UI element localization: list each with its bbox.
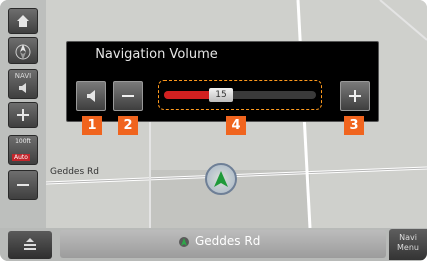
- volume-down-button[interactable]: [113, 81, 143, 111]
- navi-volume-button[interactable]: NAVI: [8, 69, 38, 99]
- navigation-screen: Geddes Rd NAVI 100ft Auto Geddes Rd Navi…: [0, 0, 427, 261]
- navi-menu-button[interactable]: Navi Menu: [389, 229, 427, 260]
- map-scale-indicator[interactable]: 100ft Auto: [8, 135, 38, 165]
- minus-icon: [122, 95, 134, 97]
- current-street-name: Geddes Rd: [195, 234, 261, 248]
- callout-4: 4: [226, 116, 246, 135]
- street-location-icon: [179, 237, 189, 247]
- callout-2: 2: [118, 116, 138, 135]
- zoom-out-button[interactable]: [8, 170, 38, 200]
- menu-button[interactable]: [8, 231, 52, 259]
- navi-menu-label-line1: Navi: [399, 233, 417, 242]
- mute-button[interactable]: [76, 81, 106, 111]
- speaker-icon: [19, 83, 26, 93]
- map-road-label: Geddes Rd: [50, 167, 99, 177]
- home-button[interactable]: [8, 8, 38, 34]
- map-sidebar: NAVI 100ft Auto: [0, 0, 46, 228]
- callout-3: 3: [344, 116, 364, 135]
- popup-title: Navigation Volume: [95, 47, 218, 62]
- callout-1: 1: [82, 116, 102, 135]
- menu-icon: [24, 238, 36, 250]
- navi-label: NAVI: [14, 72, 32, 80]
- navi-menu-label-line2: Menu: [397, 243, 419, 252]
- current-location-marker: [205, 163, 237, 195]
- home-icon: [17, 15, 29, 27]
- plus-icon: [17, 109, 29, 121]
- volume-up-button[interactable]: [340, 81, 370, 111]
- plus-icon: [349, 90, 361, 102]
- zoom-in-button[interactable]: [8, 102, 38, 128]
- scale-label: 100ft: [15, 138, 31, 145]
- speaker-icon: [87, 90, 95, 102]
- location-arrow-icon: [214, 171, 228, 187]
- auto-badge: Auto: [12, 154, 30, 161]
- volume-slider-thumb[interactable]: 15: [209, 88, 233, 102]
- minus-icon: [17, 184, 29, 186]
